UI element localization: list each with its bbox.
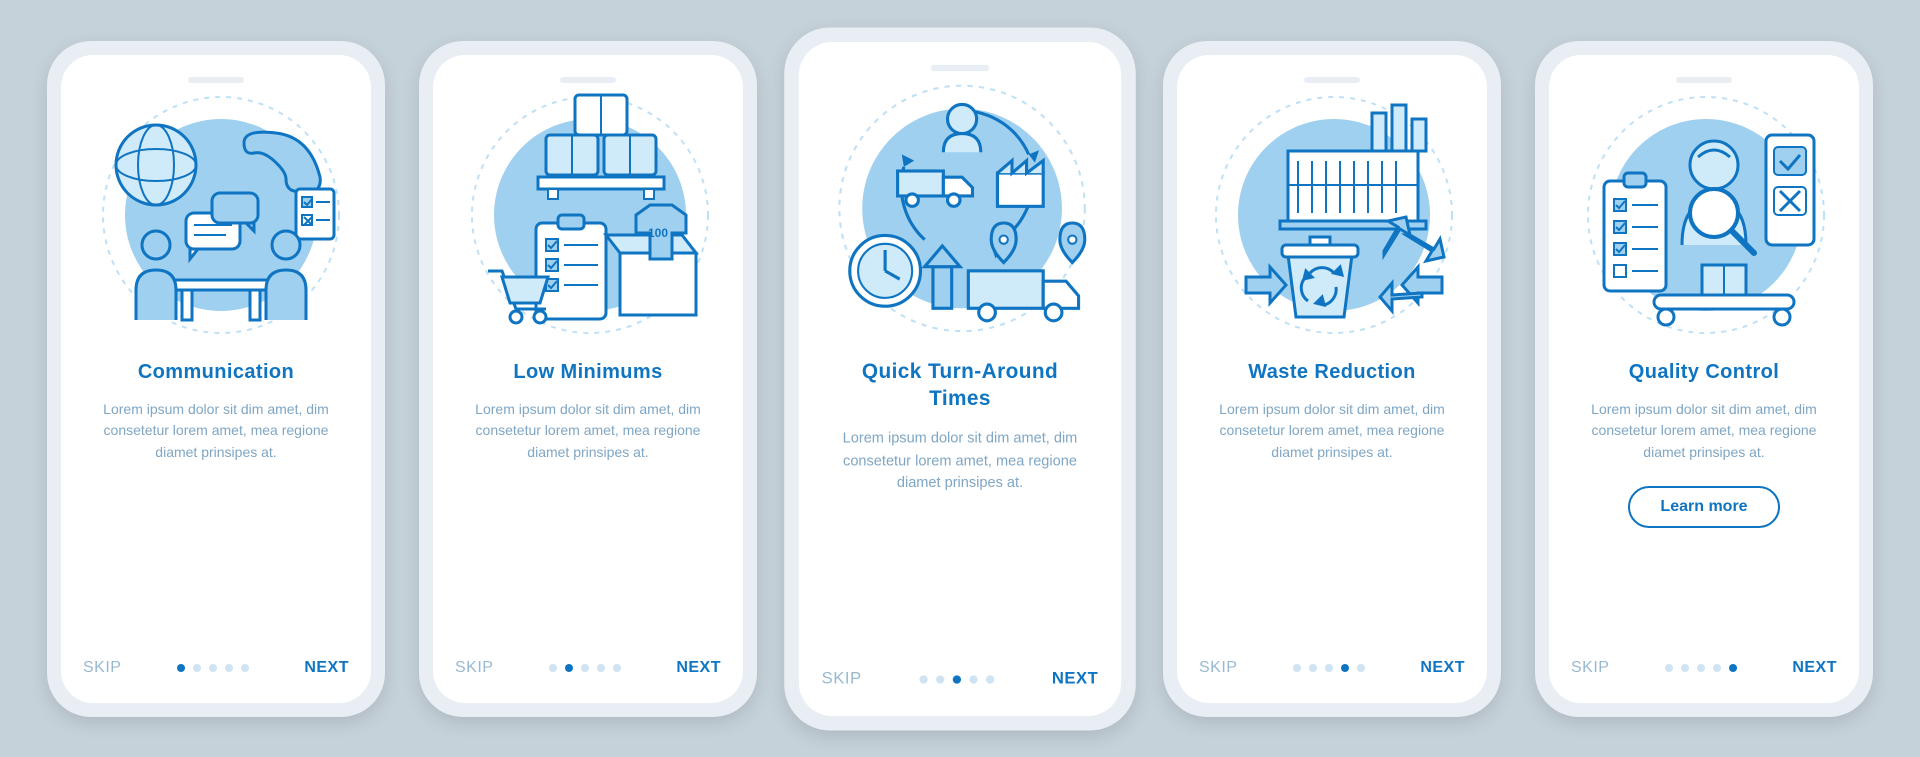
dot[interactable] bbox=[953, 675, 961, 683]
pagination-dots bbox=[1293, 664, 1365, 672]
footer: SKIP NEXT bbox=[1571, 659, 1837, 677]
dot[interactable] bbox=[613, 664, 621, 672]
phone-communication: Communication Lorem ipsum dolor sit dim … bbox=[47, 41, 385, 717]
speaker bbox=[1676, 77, 1732, 83]
dot[interactable] bbox=[565, 664, 573, 672]
skip-button[interactable]: SKIP bbox=[822, 670, 862, 689]
screen: Communication Lorem ipsum dolor sit dim … bbox=[61, 55, 371, 703]
dot[interactable] bbox=[936, 675, 944, 683]
screen: Waste Reduction Lorem ipsum dolor sit di… bbox=[1177, 55, 1487, 703]
next-button[interactable]: NEXT bbox=[1792, 659, 1837, 677]
dot[interactable] bbox=[177, 664, 185, 672]
skip-button[interactable]: SKIP bbox=[455, 659, 493, 677]
dot[interactable] bbox=[969, 675, 977, 683]
dot[interactable] bbox=[225, 664, 233, 672]
dot[interactable] bbox=[597, 664, 605, 672]
pagination-dots bbox=[919, 675, 994, 683]
screen: 100 Low Minimums Lorem ipsum dolor sit d… bbox=[433, 55, 743, 703]
dot[interactable] bbox=[1341, 664, 1349, 672]
footer: SKIP NEXT bbox=[83, 659, 349, 677]
footer: SKIP NEXT bbox=[822, 670, 1099, 689]
dot[interactable] bbox=[241, 664, 249, 672]
phone-quick-turnaround: Quick Turn-Around Times Lorem ipsum dolo… bbox=[784, 27, 1136, 730]
speaker bbox=[931, 64, 989, 70]
dot[interactable] bbox=[986, 675, 994, 683]
next-button[interactable]: NEXT bbox=[304, 659, 349, 677]
phone-quality-control: Quality Control Lorem ipsum dolor sit di… bbox=[1535, 41, 1873, 717]
title: Communication bbox=[138, 359, 294, 385]
pagination-dots bbox=[1665, 664, 1737, 672]
description: Lorem ipsum dolor sit dim amet, dim cons… bbox=[1579, 399, 1829, 464]
low-minimums-icon: 100 bbox=[458, 95, 718, 345]
speaker bbox=[560, 77, 616, 83]
dot[interactable] bbox=[581, 664, 589, 672]
description: Lorem ipsum dolor sit dim amet, dim cons… bbox=[463, 399, 713, 464]
quality-control-icon bbox=[1574, 95, 1834, 345]
speaker bbox=[188, 77, 244, 83]
description: Lorem ipsum dolor sit dim amet, dim cons… bbox=[830, 426, 1090, 494]
dot[interactable] bbox=[919, 675, 927, 683]
dot[interactable] bbox=[1309, 664, 1317, 672]
dot[interactable] bbox=[1325, 664, 1333, 672]
learn-more-button[interactable]: Learn more bbox=[1628, 486, 1779, 528]
title: Quick Turn-Around Times bbox=[835, 358, 1085, 412]
dot[interactable] bbox=[193, 664, 201, 672]
footer: SKIP NEXT bbox=[455, 659, 721, 677]
speaker bbox=[1304, 77, 1360, 83]
title: Low Minimums bbox=[513, 359, 662, 385]
title: Waste Reduction bbox=[1248, 359, 1416, 385]
dot[interactable] bbox=[1357, 664, 1365, 672]
dot[interactable] bbox=[1681, 664, 1689, 672]
svg-text:100: 100 bbox=[648, 226, 668, 240]
next-button[interactable]: NEXT bbox=[1052, 670, 1098, 689]
description: Lorem ipsum dolor sit dim amet, dim cons… bbox=[91, 399, 341, 464]
pagination-dots bbox=[549, 664, 621, 672]
skip-button[interactable]: SKIP bbox=[1571, 659, 1609, 677]
title: Quality Control bbox=[1629, 359, 1779, 385]
phone-low-minimums: 100 Low Minimums Lorem ipsum dolor sit d… bbox=[419, 41, 757, 717]
next-button[interactable]: NEXT bbox=[676, 659, 721, 677]
screen: Quality Control Lorem ipsum dolor sit di… bbox=[1549, 55, 1859, 703]
waste-reduction-icon bbox=[1202, 95, 1462, 345]
skip-button[interactable]: SKIP bbox=[83, 659, 121, 677]
footer: SKIP NEXT bbox=[1199, 659, 1465, 677]
quick-turnaround-icon bbox=[825, 83, 1095, 343]
communication-icon bbox=[86, 95, 346, 345]
skip-button[interactable]: SKIP bbox=[1199, 659, 1237, 677]
dot[interactable] bbox=[209, 664, 217, 672]
description: Lorem ipsum dolor sit dim amet, dim cons… bbox=[1207, 399, 1457, 464]
phone-waste-reduction: Waste Reduction Lorem ipsum dolor sit di… bbox=[1163, 41, 1501, 717]
dot[interactable] bbox=[1293, 664, 1301, 672]
dot[interactable] bbox=[1665, 664, 1673, 672]
pagination-dots bbox=[177, 664, 249, 672]
dot[interactable] bbox=[549, 664, 557, 672]
screen: Quick Turn-Around Times Lorem ipsum dolo… bbox=[799, 42, 1121, 716]
dot[interactable] bbox=[1729, 664, 1737, 672]
next-button[interactable]: NEXT bbox=[1420, 659, 1465, 677]
dot[interactable] bbox=[1713, 664, 1721, 672]
dot[interactable] bbox=[1697, 664, 1705, 672]
